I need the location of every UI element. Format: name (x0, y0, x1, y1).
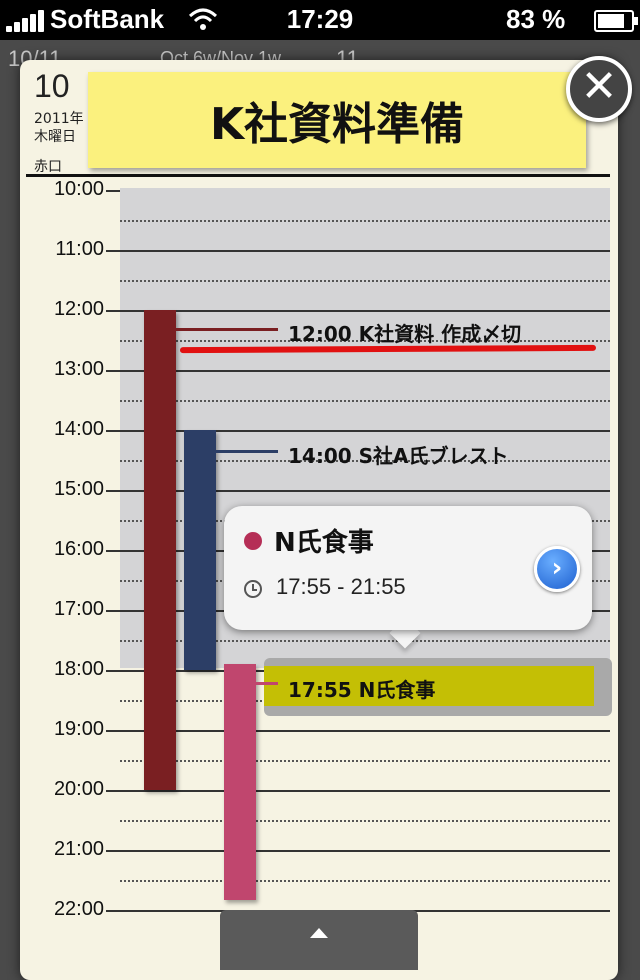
hour-tick (106, 910, 120, 912)
calendar-color-dot (244, 532, 262, 550)
hour-gridline (120, 370, 610, 372)
battery-percent: 83 % (506, 4, 566, 34)
hour-label: 22:00 (53, 898, 104, 920)
hour-gridline (120, 310, 610, 312)
hour-label: 18:00 (53, 658, 104, 680)
date-day: 10 (34, 68, 70, 104)
hour-tick (106, 490, 120, 492)
hour-tick (106, 670, 120, 672)
event-bar-dinner[interactable] (224, 664, 256, 900)
hour-tick (106, 250, 120, 252)
hour-label: 16:00 (53, 538, 104, 560)
hour-tick (106, 850, 120, 852)
half-hour-gridline (120, 400, 610, 402)
battery-icon (594, 10, 638, 32)
hour-label: 12:00 (53, 298, 104, 320)
popover-title: N氏食事 (274, 528, 374, 558)
hour-gridline (120, 250, 610, 252)
event-label-brainstorm[interactable]: 14:00 S社A氏ブレスト (288, 440, 509, 469)
event-connector-dinner (256, 682, 278, 685)
hour-label: 15:00 (53, 478, 104, 500)
popover-time-range: 17:55 - 21:55 (276, 574, 406, 599)
event-bar-brainstorm[interactable] (184, 430, 216, 670)
event-detail-button[interactable]: › (534, 546, 580, 592)
date-weekday: 木曜日 (34, 129, 76, 145)
half-hour-gridline (120, 760, 610, 762)
close-button[interactable]: ✕ (566, 56, 632, 122)
chevron-up-icon[interactable] (310, 928, 328, 938)
event-bar-deadline[interactable] (144, 310, 176, 790)
hour-gridline (120, 850, 610, 852)
event-connector-brainstorm (216, 450, 278, 453)
hour-tick (106, 730, 120, 732)
event-popover[interactable]: N氏食事 17:55 - 21:55 › (224, 506, 592, 630)
hour-tick (106, 430, 120, 432)
hour-label: 19:00 (53, 718, 104, 740)
hour-label: 10:00 (53, 178, 104, 200)
hour-tick (106, 790, 120, 792)
hour-tick (106, 310, 120, 312)
event-connector-deadline (176, 328, 278, 331)
date-rokuyo: 赤口 (34, 159, 62, 175)
clock-icon (244, 580, 262, 598)
half-hour-gridline (120, 820, 610, 822)
hour-label: 11:00 (55, 238, 104, 260)
hour-gridline (120, 730, 610, 732)
hour-label: 13:00 (53, 358, 104, 380)
hour-tick (106, 550, 120, 552)
hour-gridline (120, 790, 610, 792)
sticky-note-title: K社資料準備 (209, 99, 465, 150)
half-hour-gridline (120, 880, 610, 882)
hour-tick (106, 190, 120, 192)
half-hour-gridline (120, 280, 610, 282)
hour-tick (106, 370, 120, 372)
day-detail-card: 10 2011年 1 木曜日 赤口 K社資料準備 10:00 11:00 12:00… (20, 60, 618, 980)
bottom-handle[interactable] (220, 910, 418, 970)
sticky-note[interactable]: K社資料準備 (88, 72, 586, 168)
event-label-deadline[interactable]: 12:00 K社資料 作成〆切 (288, 318, 521, 347)
hour-label: 14:00 (53, 418, 104, 440)
hour-tick (106, 610, 120, 612)
half-hour-gridline (120, 220, 610, 222)
hour-label: 21:00 (53, 838, 104, 860)
header-divider (26, 174, 610, 177)
status-bar: SoftBank 17:29 83 % (0, 0, 640, 40)
event-label-dinner[interactable]: 17:55 N氏食事 (288, 674, 435, 703)
hour-label: 17:00 (53, 598, 104, 620)
hour-label: 20:00 (53, 778, 104, 800)
